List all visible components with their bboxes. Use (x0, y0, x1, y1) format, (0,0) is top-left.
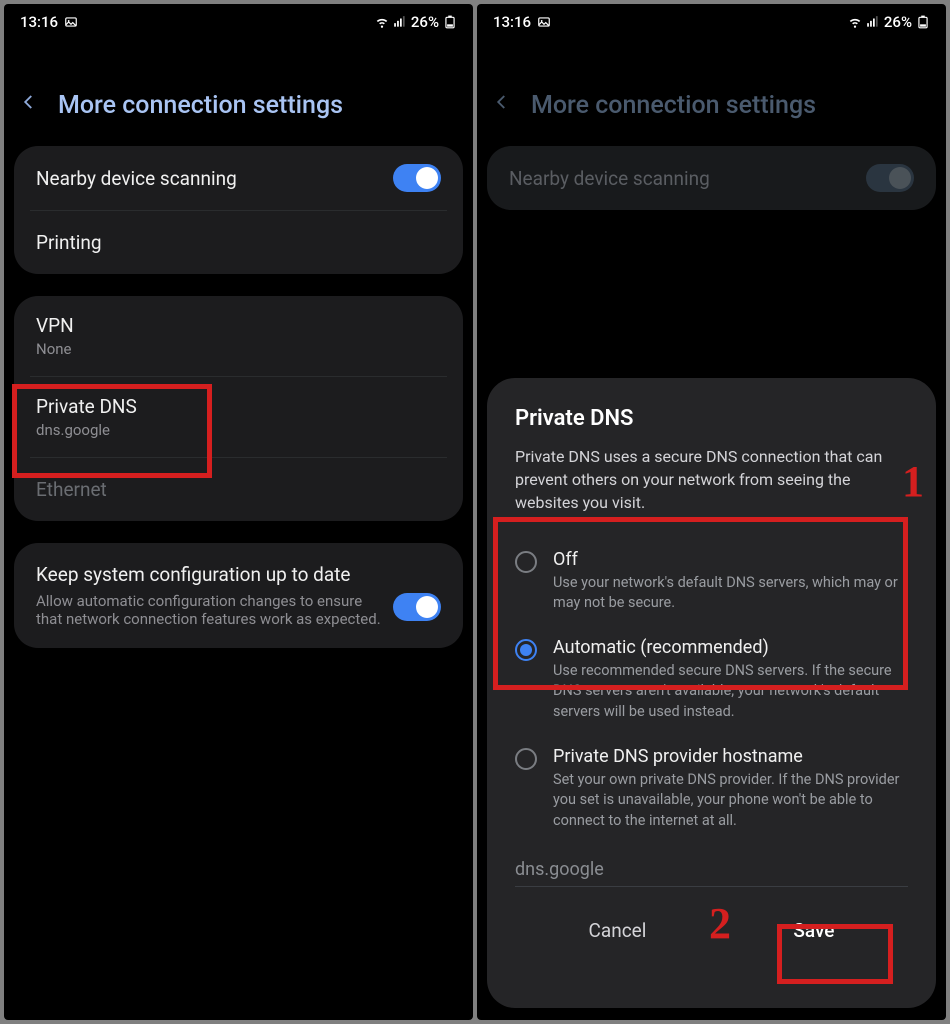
hostname-label: Private DNS provider hostname (553, 746, 908, 767)
radio-hostname[interactable]: Private DNS provider hostname Set your o… (515, 734, 908, 843)
signal-icon (393, 15, 407, 29)
radio-automatic[interactable]: Automatic (recommended) Use recommended … (515, 625, 908, 734)
signal-icon (866, 15, 880, 29)
dialog-desc: Private DNS uses a secure DNS connection… (515, 445, 908, 515)
battery-pct: 26% (884, 13, 912, 31)
page-title-dim: More connection settings (531, 91, 816, 120)
radio-off[interactable]: Off Use your network's default DNS serve… (515, 537, 908, 626)
cancel-button[interactable]: Cancel (565, 911, 671, 950)
battery-icon (443, 15, 457, 29)
off-label: Off (553, 549, 908, 570)
nearby-label: Nearby device scanning (36, 167, 393, 190)
toggle-dim (866, 164, 914, 192)
row-printing[interactable]: Printing (30, 210, 447, 274)
toggle-keep-config[interactable] (393, 593, 441, 621)
auto-sub: Use recommended secure DNS servers. If t… (553, 661, 908, 722)
wifi-icon (375, 15, 389, 29)
keep-config-sub: Allow automatic configuration changes to… (36, 592, 381, 628)
annotation-number-1: 1 (902, 456, 924, 507)
annotation-number-2: 2 (709, 898, 731, 949)
save-button[interactable]: Save (769, 911, 858, 950)
nearby-label-dim: Nearby device scanning (509, 167, 866, 190)
keep-config-label: Keep system configuration up to date (36, 563, 381, 586)
vpn-label: VPN (36, 314, 441, 337)
status-bar: 13:16 26% (477, 4, 946, 40)
row-nearby-dim: Nearby device scanning (487, 146, 936, 210)
row-ethernet: Ethernet (30, 457, 447, 521)
phone-right: 13:16 26% More connection settings (477, 4, 946, 1020)
radio-button-automatic[interactable] (515, 639, 537, 661)
hostname-sub: Set your own private DNS provider. If th… (553, 770, 908, 831)
card-connections-1: Nearby device scanning Printing (14, 146, 463, 274)
private-dns-sub: dns.google (36, 421, 441, 439)
ethernet-label: Ethernet (36, 478, 441, 501)
vpn-sub: None (36, 340, 441, 358)
dialog-title: Private DNS (515, 406, 908, 431)
wifi-icon (848, 15, 862, 29)
card-keep-config: Keep system configuration up to date All… (14, 543, 463, 648)
battery-icon (916, 15, 930, 29)
page-header-dim: More connection settings (477, 40, 946, 146)
page-title: More connection settings (58, 91, 343, 120)
back-icon (493, 88, 511, 122)
card-dim: Nearby device scanning (487, 146, 936, 210)
private-dns-label: Private DNS (36, 395, 441, 418)
status-bar: 13:16 26% (4, 4, 473, 40)
off-sub: Use your network's default DNS servers, … (553, 573, 908, 614)
picture-icon (537, 15, 551, 29)
printing-label: Printing (36, 231, 441, 254)
card-connections-2: VPN None Private DNS dns.google Ethernet (14, 296, 463, 521)
back-icon[interactable] (20, 88, 38, 122)
row-vpn[interactable]: VPN None (14, 296, 463, 376)
row-nearby-scanning[interactable]: Nearby device scanning (14, 146, 463, 210)
auto-label: Automatic (recommended) (553, 637, 908, 658)
phone-left: 13:16 26% More connection settings (4, 4, 473, 1020)
status-time: 13:16 (20, 13, 58, 31)
radio-button-hostname[interactable] (515, 748, 537, 770)
battery-pct: 26% (411, 13, 439, 31)
page-header: More connection settings (4, 40, 473, 146)
dns-provider-input[interactable]: dns.google (515, 851, 908, 887)
radio-button-off[interactable] (515, 551, 537, 573)
picture-icon (64, 15, 78, 29)
row-keep-config[interactable]: Keep system configuration up to date All… (14, 543, 463, 648)
toggle-nearby[interactable] (393, 164, 441, 192)
status-time: 13:16 (493, 13, 531, 31)
row-private-dns[interactable]: Private DNS dns.google (30, 376, 447, 457)
